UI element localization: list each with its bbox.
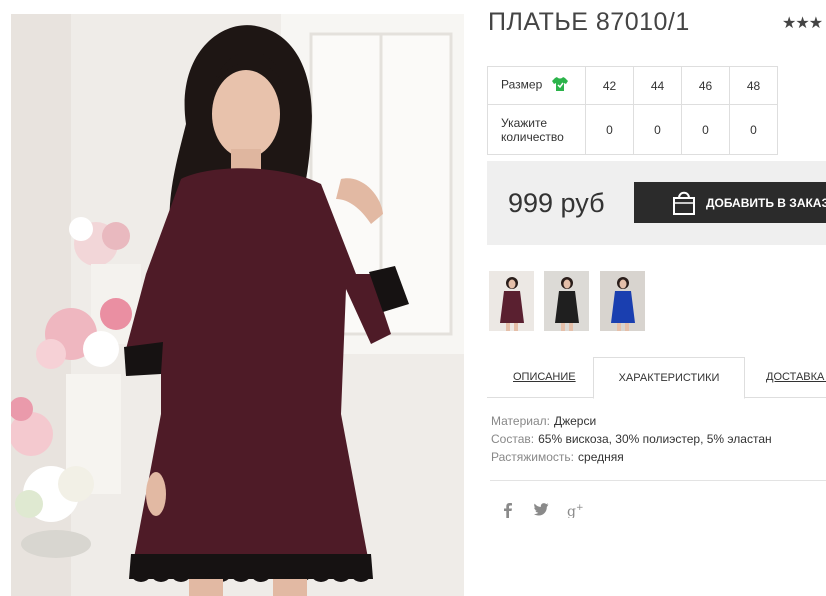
size-44: 44 bbox=[633, 66, 682, 105]
spec-key: Состав: bbox=[491, 432, 535, 446]
spec-key: Растяжимость: bbox=[491, 450, 575, 464]
thumb-blue[interactable] bbox=[600, 271, 645, 331]
size-42: 42 bbox=[585, 66, 634, 105]
shopping-bag-icon bbox=[671, 189, 697, 219]
tab-characteristics[interactable]: ХАРАКТЕРИСТИКИ bbox=[593, 357, 745, 399]
thumb-burgundy[interactable] bbox=[489, 271, 534, 331]
add-to-order-label: ДОБАВИТЬ В ЗАКАЗ bbox=[706, 195, 826, 210]
size-table: Размер 42 44 46 48 Укажите количество 0 … bbox=[487, 66, 778, 155]
product-tabs: ОПИСАНИЕ ХАРАКТЕРИСТИКИ ДОСТАВКА И bbox=[487, 357, 826, 399]
spec-value: 65% вискоза, 30% полиэстер, 5% эластан bbox=[538, 432, 772, 446]
specs-list: Материал: Джерси Состав: 65% вискоза, 30% … bbox=[491, 412, 772, 466]
thumb-black[interactable] bbox=[544, 271, 589, 331]
googleplus-icon[interactable]: g + bbox=[567, 502, 584, 521]
tab-description[interactable]: ОПИСАНИЕ bbox=[513, 357, 576, 398]
price-value: 999 руб bbox=[508, 188, 605, 218]
product-main-photo[interactable] bbox=[11, 14, 464, 596]
tab-delivery[interactable]: ДОСТАВКА И bbox=[766, 357, 826, 398]
svg-text:g: g bbox=[567, 504, 576, 518]
quantity-input-46[interactable]: 0 bbox=[681, 104, 730, 155]
quantity-label-line2: количество bbox=[501, 129, 564, 144]
quantity-input-44[interactable]: 0 bbox=[633, 104, 682, 155]
size-46: 46 bbox=[681, 66, 730, 105]
tshirt-icon[interactable] bbox=[551, 76, 568, 95]
spec-row: Состав: 65% вискоза, 30% полиэстер, 5% эл… bbox=[491, 430, 772, 448]
divider bbox=[490, 480, 826, 481]
add-to-order-button[interactable]: ДОБАВИТЬ В ЗАКАЗ bbox=[634, 182, 826, 223]
quantity-input-48[interactable]: 0 bbox=[729, 104, 778, 155]
size-label: Размер bbox=[501, 77, 543, 92]
spec-key: Материал: bbox=[491, 414, 550, 428]
twitter-icon[interactable] bbox=[533, 502, 549, 519]
spec-row: Материал: Джерси bbox=[491, 412, 772, 430]
svg-text:+: + bbox=[576, 503, 584, 513]
spec-row: Растяжимость: средняя bbox=[491, 448, 772, 466]
spec-value: средняя bbox=[578, 450, 624, 464]
quantity-label-cell: Укажите количество bbox=[487, 104, 586, 155]
size-label-cell: Размер bbox=[487, 66, 586, 105]
facebook-icon[interactable] bbox=[503, 502, 513, 521]
price-panel: 999 руб ДОБАВИТЬ В ЗАКАЗ bbox=[487, 161, 826, 245]
rating-stars[interactable]: ★★★ bbox=[782, 13, 823, 33]
quantity-label-line1: Укажите bbox=[501, 115, 548, 130]
quantity-input-42[interactable]: 0 bbox=[585, 104, 634, 155]
spec-value: Джерси bbox=[553, 414, 597, 428]
size-48: 48 bbox=[729, 66, 778, 105]
product-title: ПЛАТЬЕ 87010/1 bbox=[488, 8, 690, 36]
